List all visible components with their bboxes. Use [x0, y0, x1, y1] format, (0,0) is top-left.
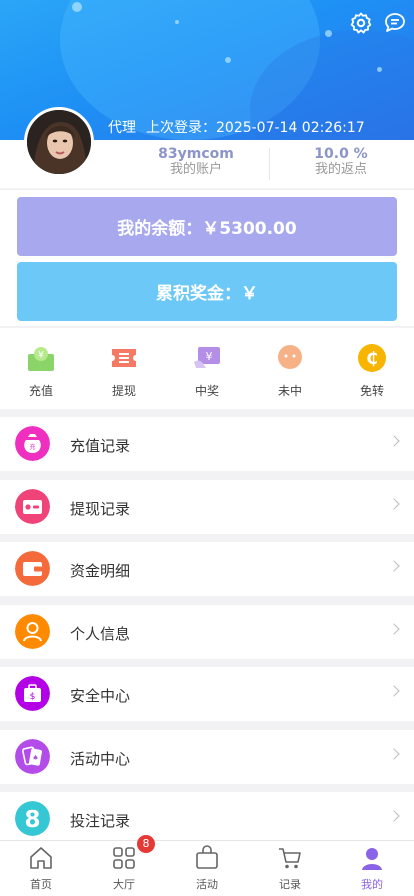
svg-text:¥: ¥ — [206, 350, 213, 363]
quick-action-withdraw[interactable]: 提现 — [94, 342, 154, 399]
wallet-detail-icon — [15, 551, 50, 586]
quick-action-label: 未中 — [277, 384, 302, 398]
cart-icon — [279, 848, 301, 869]
message-icon[interactable] — [383, 11, 407, 35]
quick-action-label: 充值 — [28, 384, 53, 398]
menu-item-bet-records[interactable]: 8 投注记录 — [0, 792, 414, 846]
tab-home[interactable]: 首页 — [11, 845, 71, 892]
menu-item-security-center[interactable]: $ 安全中心 — [0, 667, 414, 721]
bonus-value: ￥ — [241, 284, 258, 304]
notification-badge: 8 — [137, 835, 155, 853]
winning-icon: ¥ — [194, 347, 220, 368]
money-bag-icon: 充 — [15, 426, 50, 461]
balance-card[interactable]: 我的余额： ￥5300.00 — [17, 197, 397, 256]
svg-text:¥: ¥ — [38, 351, 44, 361]
menu-label: 资金明细 — [70, 562, 131, 580]
grid-icon — [113, 847, 135, 869]
tab-label: 大厅 — [113, 878, 135, 891]
stat-divider — [269, 148, 270, 180]
balance-label: 我的余额： — [117, 219, 203, 239]
tab-label: 记录 — [279, 878, 301, 891]
tab-label: 我的 — [361, 878, 383, 891]
account-label: 我的账户 — [169, 162, 222, 177]
avatar[interactable] — [24, 107, 94, 177]
svg-text:₵: ₵ — [366, 349, 378, 369]
free-transfer-icon: ₵ — [358, 344, 386, 372]
svg-text:8: 8 — [24, 807, 40, 833]
quick-action-winning[interactable]: ¥ 中奖 — [177, 342, 237, 399]
menu-label: 投注记录 — [70, 812, 131, 830]
account-value: 83ymcom — [158, 146, 234, 162]
quick-action-label: 中奖 — [194, 384, 219, 398]
security-icon: $ — [15, 676, 50, 711]
svg-text:充: 充 — [29, 443, 35, 451]
bag-icon — [196, 845, 218, 869]
profile-icon — [362, 848, 382, 870]
user-info-line: 代理 上次登录：2025-07-14 02:26:17 — [108, 117, 375, 137]
last-login-label: 上次登录： — [146, 120, 216, 136]
user-icon — [15, 614, 50, 649]
svg-text:♠: ♠ — [32, 754, 38, 762]
bonus-card[interactable]: 累积奖金： ￥ — [17, 262, 397, 321]
rebate-stat: 10.0 % 我的返点 — [271, 146, 411, 178]
rebate-label: 我的返点 — [314, 162, 367, 177]
menu-label: 安全中心 — [70, 687, 131, 705]
settings-icon[interactable] — [349, 11, 373, 35]
svg-text:$: $ — [30, 692, 36, 702]
menu-item-fund-details[interactable]: 资金明细 — [0, 542, 414, 596]
quick-action-label: 提现 — [111, 384, 136, 398]
menu-label: 活动中心 — [70, 750, 131, 768]
eight-ball-icon: 8 — [15, 801, 50, 836]
tab-label: 活动 — [196, 878, 218, 891]
quick-action-not-won[interactable]: 未中 — [260, 342, 320, 399]
tab-records[interactable]: 记录 — [260, 845, 320, 892]
quick-action-free-transfer[interactable]: ₵ 免转 — [342, 342, 402, 399]
home-icon — [30, 847, 52, 869]
menu-label: 充值记录 — [70, 437, 131, 455]
menu-item-recharge-records[interactable]: 充 充值记录 — [0, 417, 414, 471]
menu-item-personal-info[interactable]: 个人信息 — [0, 605, 414, 659]
menu-item-withdraw-records[interactable]: 提现记录 — [0, 480, 414, 534]
menu-item-activity-center[interactable]: ♠ 活动中心 — [0, 730, 414, 784]
last-login-time: 2025-07-14 02:26:17 — [216, 120, 365, 136]
tab-activities[interactable]: 活动 — [177, 845, 237, 892]
chevron-right-icon — [388, 685, 400, 697]
withdraw-icon — [112, 349, 136, 367]
chevron-right-icon — [388, 748, 400, 760]
menu-label: 个人信息 — [70, 625, 131, 643]
recharge-icon: ¥ — [28, 347, 54, 371]
rebate-value: 10.0 % — [314, 146, 368, 162]
chevron-right-icon — [388, 498, 400, 510]
cards-icon: ♠ — [15, 739, 50, 774]
tab-mine[interactable]: 我的 — [342, 845, 402, 892]
menu-label: 提现记录 — [70, 500, 131, 518]
balance-value: ￥5300.00 — [202, 219, 297, 239]
tab-label: 首页 — [30, 878, 52, 891]
quick-action-recharge[interactable]: ¥ 充值 — [11, 342, 71, 399]
quick-action-label: 免转 — [359, 384, 384, 398]
account-stat: 83ymcom 我的账户 — [126, 146, 266, 178]
role-label: 代理 — [108, 120, 136, 136]
wallet-icon — [15, 489, 50, 524]
chevron-right-icon — [388, 560, 400, 572]
bonus-label: 累积奖金： — [156, 284, 241, 304]
chevron-right-icon — [388, 435, 400, 447]
chevron-right-icon — [388, 810, 400, 822]
avatar-image — [27, 110, 91, 174]
not-won-icon — [278, 345, 302, 369]
chevron-right-icon — [388, 623, 400, 635]
